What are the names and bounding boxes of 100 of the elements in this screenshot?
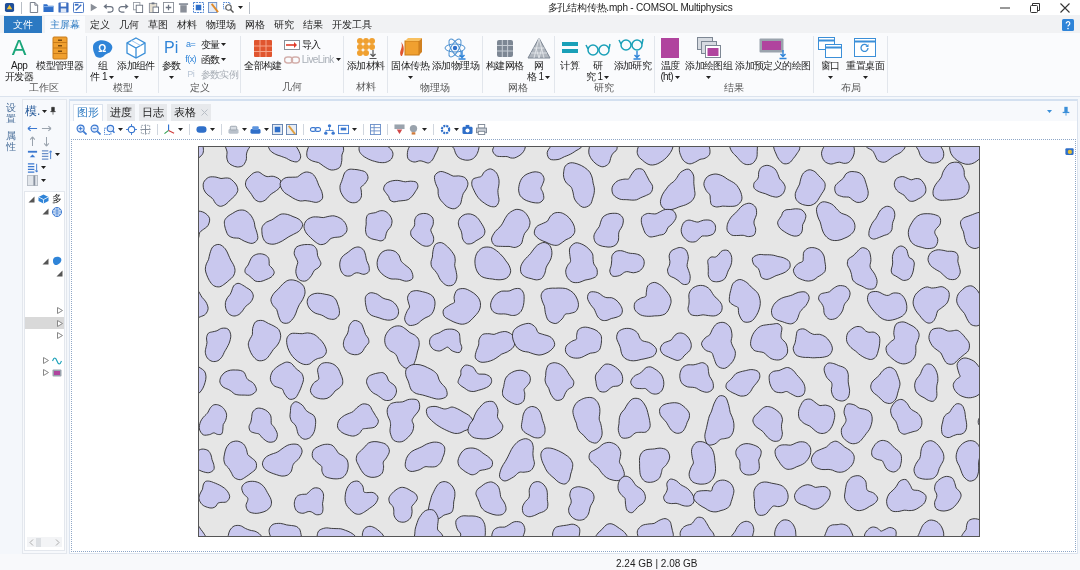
ribbon-tab[interactable]: 网格: [240, 16, 269, 33]
box-select-icon[interactable]: [272, 124, 283, 135]
caret-icon[interactable]: [454, 128, 459, 131]
save-as-icon[interactable]: [73, 2, 84, 13]
ribbon-tab[interactable]: 草图: [143, 16, 172, 33]
ribbon-button[interactable]: 添加研究: [612, 36, 653, 72]
ribbon-tab[interactable]: 结果: [298, 16, 327, 33]
arrow-down-icon[interactable]: [41, 136, 52, 147]
tree-item[interactable]: [25, 316, 64, 330]
new-file-icon[interactable]: [28, 2, 39, 13]
panel-tab[interactable]: 图形: [73, 104, 103, 121]
arrow-up-icon[interactable]: [27, 136, 38, 147]
ribbon-tab[interactable]: 研究: [269, 16, 298, 33]
scroll-thumb[interactable]: [36, 537, 41, 547]
horizontal-scrollbar[interactable]: [27, 537, 62, 547]
ribbon-button[interactable]: A App 开发器: [4, 36, 35, 82]
box-select-icon[interactable]: [193, 2, 204, 13]
ribbon-button[interactable]: 导入: [283, 39, 341, 50]
caret-icon[interactable]: [238, 6, 243, 9]
ribbon-button[interactable]: 重置桌面: [845, 36, 886, 82]
render-icon[interactable]: [394, 124, 405, 135]
ribbon-tab[interactable]: 主屏幕: [45, 16, 85, 33]
list-down-icon[interactable]: [27, 162, 38, 173]
axes-icon[interactable]: [164, 124, 175, 135]
caret-icon[interactable]: [41, 166, 46, 169]
rounded-shape-icon[interactable]: [196, 124, 207, 135]
redo-icon[interactable]: [118, 2, 129, 13]
zoom-in-icon[interactable]: [76, 124, 87, 135]
clear-selection-icon[interactable]: [208, 2, 219, 13]
caret-icon[interactable]: [242, 128, 247, 131]
picture-icon[interactable]: [1065, 147, 1074, 156]
camera-icon[interactable]: [462, 124, 473, 135]
caret-icon[interactable]: [55, 153, 60, 156]
caret-icon[interactable]: [422, 128, 427, 131]
ribbon-button[interactable]: Ω 组 件 1: [89, 36, 116, 82]
file-menu-tab[interactable]: 文件: [4, 16, 42, 33]
zoom-extents-icon[interactable]: [126, 124, 137, 135]
panel-tab[interactable]: 日志: [139, 104, 167, 121]
expander-icon[interactable]: [42, 257, 49, 265]
frame-icon[interactable]: [338, 124, 349, 135]
expander-icon[interactable]: [42, 208, 49, 216]
help-icon[interactable]: [1062, 18, 1074, 31]
panel-tab[interactable]: 进度: [107, 104, 135, 121]
expander-icon[interactable]: [56, 270, 63, 278]
expander-icon[interactable]: [56, 332, 63, 339]
ribbon-button[interactable]: 窗口: [816, 36, 845, 82]
play-icon[interactable]: [88, 2, 99, 13]
ribbon-button[interactable]: 添加绘图组: [684, 36, 734, 82]
ribbon-tab[interactable]: 开发工具: [327, 16, 376, 33]
caret-icon[interactable]: [41, 179, 46, 182]
table-icon[interactable]: [370, 124, 381, 135]
paste-icon[interactable]: [148, 2, 159, 13]
ribbon-button[interactable]: 计算: [556, 36, 583, 72]
collapse-icon[interactable]: [27, 149, 38, 160]
caret-icon[interactable]: [264, 128, 269, 131]
ribbon-button[interactable]: 构建网格: [485, 36, 525, 72]
clear-selection-icon[interactable]: [286, 124, 297, 135]
zoom-window-icon[interactable]: [223, 2, 234, 13]
copy-icon[interactable]: [133, 2, 144, 13]
ribbon-button[interactable]: Pi 参数: [160, 36, 182, 82]
caret-icon[interactable]: [118, 128, 123, 131]
ribbon-button[interactable]: 研 究 1: [583, 36, 612, 82]
ribbon-button[interactable]: 添加组件: [116, 36, 156, 82]
move-icon[interactable]: [140, 124, 151, 135]
undo-icon[interactable]: [103, 2, 114, 13]
duplicate-icon[interactable]: [163, 2, 174, 13]
zoom-out-icon[interactable]: [90, 124, 101, 135]
caret-icon[interactable]: [42, 109, 48, 113]
pin-icon[interactable]: [49, 106, 58, 116]
ribbon-button[interactable]: 全部构建: [243, 36, 283, 72]
ribbon-button[interactable]: 添加物理场: [430, 36, 480, 72]
ribbon-button[interactable]: 网 格 1: [525, 36, 552, 82]
zoom-box-icon[interactable]: [104, 124, 115, 135]
ribbon-button[interactable]: a= 变量: [182, 39, 239, 50]
side-tab[interactable]: 设置: [5, 102, 16, 124]
ribbon-button[interactable]: f(x) 函数: [182, 54, 239, 65]
ribbon-button[interactable]: 固体传热: [390, 36, 430, 82]
restore-icon[interactable]: [1029, 1, 1041, 14]
ribbon-tab[interactable]: 材料: [172, 16, 201, 33]
ribbon-tab[interactable]: 几何: [114, 16, 143, 33]
side-tab[interactable]: 属性: [5, 130, 16, 152]
close-icon[interactable]: [1059, 1, 1071, 14]
folder-icon[interactable]: [43, 2, 54, 13]
ribbon-button[interactable]: 添加预定义的绘图: [734, 36, 812, 72]
ribbon-button[interactable]: 模型管理器: [35, 36, 85, 72]
caret-icon[interactable]: [178, 128, 183, 131]
expander-icon[interactable]: [56, 307, 63, 315]
expander-icon[interactable]: [56, 319, 63, 327]
arrow-right-icon[interactable]: [41, 123, 52, 134]
caret-icon[interactable]: [210, 128, 215, 131]
caret-icon[interactable]: [352, 128, 357, 131]
delete-icon[interactable]: [178, 2, 189, 13]
expander-icon[interactable]: [42, 356, 49, 364]
panel-tab[interactable]: 表格: [171, 104, 211, 121]
expander-icon[interactable]: [42, 369, 49, 377]
expander-icon[interactable]: [28, 195, 35, 203]
ring-icon[interactable]: [440, 124, 451, 135]
link-icon[interactable]: [310, 124, 321, 135]
print-icon[interactable]: [476, 124, 487, 135]
ribbon-button[interactable]: 添加材料: [345, 36, 386, 72]
